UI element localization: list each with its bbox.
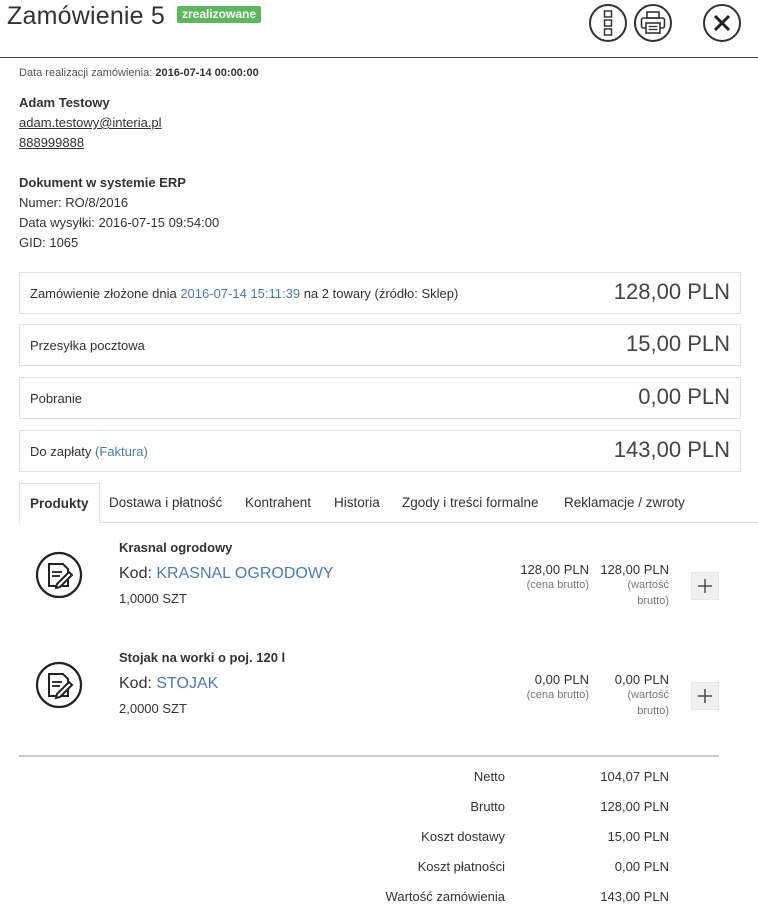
product-value-amount: 0,00 PLN: [614, 672, 669, 687]
tab-returns[interactable]: Reklamacje / zwroty: [564, 483, 685, 523]
more-options-button[interactable]: [589, 4, 627, 42]
product-price-value: 128,00 PLN: [520, 562, 589, 577]
due-label: Do zapłaty: [30, 444, 92, 459]
plus-icon: [698, 689, 712, 703]
total-row-payment: Koszt płatności 0,00 PLN: [19, 859, 719, 879]
modal-header: Zamówienie 5 zrealizowane: [0, 0, 758, 58]
order-amount: 128,00 PLN: [613, 279, 730, 304]
total-value: 15,00 PLN: [607, 829, 669, 844]
expand-product-button[interactable]: [691, 572, 719, 600]
total-label: Koszt dostawy: [421, 829, 505, 844]
product-code-link[interactable]: KRASNAL OGRODOWY: [156, 565, 333, 582]
completion-date: Data realizacji zamówienia: 2016-07-14 0…: [19, 67, 259, 79]
total-label: Netto: [473, 769, 505, 784]
completion-date-value: 2016-07-14 00:00:00: [155, 67, 259, 79]
erp-number: Numer: RO/8/2016: [19, 195, 129, 210]
total-row-order-value: Wartość zamówienia 143,00 PLN: [19, 889, 719, 909]
completion-date-label: Data realizacji zamówienia:: [19, 67, 153, 79]
order-date-link[interactable]: 2016-07-14 15:11:39: [180, 286, 300, 301]
close-button[interactable]: [703, 4, 741, 42]
customer-phone-link[interactable]: 888999888: [19, 135, 84, 150]
total-row-delivery: Koszt dostawy 15,00 PLN: [19, 829, 719, 849]
status-badge: zrealizowane: [177, 6, 262, 23]
close-x-icon: [713, 14, 731, 32]
customer-email-link[interactable]: adam.testowy@interia.pl: [19, 115, 162, 130]
product-quantity: 1,0000 SZT: [119, 591, 187, 606]
tab-history[interactable]: Historia: [334, 483, 380, 523]
product-value-caption-1: (wartość: [627, 689, 669, 701]
product-value: 0,00 PLN (wartość brutto): [615, 672, 669, 719]
product-value-caption-2: brutto): [637, 595, 669, 607]
product-price-caption: (cena brutto): [526, 689, 589, 701]
customer-info: Adam Testowy adam.testowy@interia.pl 888…: [19, 93, 162, 153]
tab-consents[interactable]: Zgody i treści formalne: [402, 483, 539, 523]
product-value-caption-2: brutto): [637, 705, 669, 717]
due-label-wrap: Do zapłaty (Faktura): [30, 444, 148, 459]
total-value: 0,00 PLN: [614, 859, 669, 874]
invoice-link[interactable]: (Faktura): [95, 444, 148, 459]
tab-bar: Produkty Dostawa i płatność Kontrahent H…: [19, 483, 758, 524]
product-price: 128,00 PLN (cena brutto): [520, 562, 589, 593]
product-code-label: Kod:: [119, 565, 152, 582]
tab-delivery-payment[interactable]: Dostawa i płatność: [109, 483, 222, 523]
product-price-value: 0,00 PLN: [534, 672, 589, 687]
edit-document-icon: [35, 661, 83, 709]
shipping-label: Przesyłka pocztowa: [30, 338, 145, 353]
erp-sent-date: Data wysyłki: 2016-07-15 09:54:00: [19, 215, 220, 230]
plus-icon: [698, 579, 712, 593]
tab-contractor[interactable]: Kontrahent: [245, 483, 311, 523]
shipping-box: Przesyłka pocztowa 15,00 PLN: [19, 324, 741, 366]
total-value: 128,00 PLN: [600, 799, 669, 814]
product-name: Krasnal ogrodowy: [119, 540, 233, 555]
total-label: Koszt płatności: [417, 859, 505, 874]
payment-amount: 0,00 PLN: [638, 384, 730, 409]
vertical-menu-icon: [603, 10, 613, 36]
total-value: 143,00 PLN: [600, 889, 669, 904]
expand-product-button[interactable]: [691, 682, 719, 710]
product-row: Stojak na worki o poj. 120 l Kod: STOJAK…: [19, 634, 739, 734]
product-row: Krasnal ogrodowy Kod: KRASNAL OGRODOWY 1…: [19, 524, 739, 624]
customer-name: Adam Testowy: [19, 95, 110, 110]
tab-products[interactable]: Produkty: [19, 483, 100, 524]
due-amount: 143,00 PLN: [613, 437, 730, 462]
total-value: 104,07 PLN: [600, 769, 669, 784]
product-quantity: 2,0000 SZT: [119, 701, 187, 716]
printer-icon: [640, 11, 666, 34]
total-row-brutto: Brutto 128,00 PLN: [19, 799, 719, 819]
product-value-amount: 128,00 PLN: [600, 562, 669, 577]
product-price: 0,00 PLN (cena brutto): [527, 672, 589, 703]
product-value: 128,00 PLN (wartość brutto): [600, 562, 669, 609]
shipping-amount: 15,00 PLN: [626, 331, 730, 356]
product-code: Kod: KRASNAL OGRODOWY: [119, 565, 334, 583]
totals-divider: [19, 755, 719, 757]
product-name: Stojak na worki o poj. 120 l: [119, 650, 286, 665]
product-price-caption: (cena brutto): [526, 579, 589, 591]
erp-info: Dokument w systemie ERP Numer: RO/8/2016…: [19, 173, 219, 253]
product-code-label: Kod:: [119, 675, 152, 692]
order-summary-box: Zamówienie złożone dnia 2016-07-14 15:11…: [19, 272, 741, 314]
product-code: Kod: STOJAK: [119, 675, 218, 693]
print-button[interactable]: [634, 4, 672, 42]
total-label: Wartość zamówienia: [385, 889, 505, 904]
due-box: Do zapłaty (Faktura) 143,00 PLN: [19, 430, 741, 472]
product-code-link[interactable]: STOJAK: [156, 675, 218, 692]
erp-gid: GID: 1065: [19, 235, 79, 250]
total-label: Brutto: [470, 799, 505, 814]
total-row-netto: Netto 104,07 PLN: [19, 769, 719, 789]
erp-title: Dokument w systemie ERP: [19, 175, 186, 190]
order-suffix: na 2 towary (źródło: Sklep): [303, 286, 459, 301]
product-value-caption-1: (wartość: [627, 579, 669, 591]
edit-document-icon: [35, 551, 83, 599]
order-summary-label: Zamówienie złożone dnia 2016-07-14 15:11…: [30, 286, 458, 301]
page-title: Zamówienie 5: [7, 2, 166, 30]
payment-label: Pobranie: [30, 391, 83, 406]
order-prefix: Zamówienie złożone dnia: [30, 286, 177, 301]
payment-box: Pobranie 0,00 PLN: [19, 377, 741, 419]
